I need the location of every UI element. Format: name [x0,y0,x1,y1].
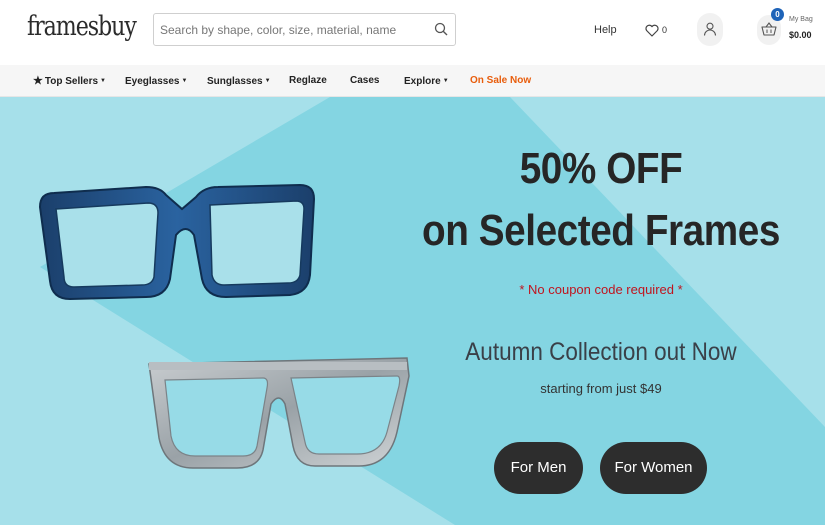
hero-title-line1: 50% OFF [519,144,683,193]
nav-top-sellers[interactable]: ★ Top Sellers ▼ [33,65,106,97]
search-box [153,13,456,46]
for-men-button[interactable]: For Men [494,442,583,494]
hero-price-text: starting from just $49 [540,381,662,396]
search-input[interactable] [160,14,428,45]
nav-reglaze[interactable]: Reglaze [289,65,327,97]
hero-coupon-note: * No coupon code required * [519,282,683,297]
hero-banner: 50% OFF on Selected Frames * No coupon c… [0,97,825,525]
site-header: framesbuy Help 0 0 My Bag $0.00 [0,0,825,65]
bag-total[interactable]: $0.00 [789,30,812,40]
caret-down-icon: ▼ [442,78,449,84]
wishlist-button[interactable]: 0 [645,22,667,38]
heart-icon [645,24,659,37]
caret-down-icon: ▼ [100,78,106,84]
hero-title-line2: on Selected Frames [422,206,780,255]
help-link[interactable]: Help [594,24,617,36]
for-women-button[interactable]: For Women [600,442,707,494]
account-button[interactable] [697,13,723,46]
star-icon: ★ [33,75,43,87]
hero-subtitle: Autumn Collection out Now [465,338,737,366]
main-nav: ★ Top Sellers ▼ Eyeglasses ▼ Sunglasses ▼ Re… [0,65,825,97]
nav-on-sale[interactable]: On Sale Now [470,65,531,97]
caret-down-icon: ▼ [181,78,188,84]
bag-label[interactable]: My Bag [789,16,813,23]
site-logo[interactable]: framesbuy [27,11,137,42]
search-icon[interactable] [434,22,448,36]
nav-eyeglasses[interactable]: Eyeglasses ▼ [125,65,187,97]
wishlist-count: 0 [662,25,668,35]
bag-count-badge: 0 [771,8,784,21]
caret-down-icon: ▼ [264,78,271,84]
nav-cases[interactable]: Cases [350,65,379,97]
blue-frames-image [38,183,316,301]
grey-frames-image [148,357,410,469]
nav-sunglasses[interactable]: Sunglasses ▼ [207,65,271,97]
basket-icon [761,22,777,36]
nav-explore[interactable]: Explore ▼ [404,65,449,97]
user-icon [703,22,717,36]
